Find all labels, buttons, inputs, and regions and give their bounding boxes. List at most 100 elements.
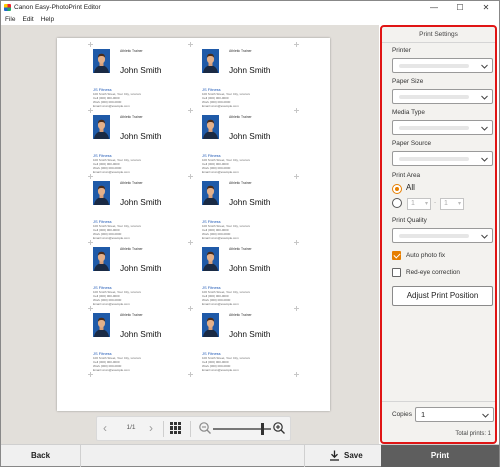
business-card[interactable]: Athletic Trainer John Smith JS Fitness 100 … <box>202 181 294 247</box>
card-job-title: Athletic Trainer <box>229 313 252 317</box>
maximize-button[interactable]: ☐ <box>447 1 473 14</box>
profile-photo <box>93 115 110 139</box>
card-address-line: Email xxxxx@example.com <box>202 170 239 174</box>
card-job-title: Athletic Trainer <box>120 247 143 251</box>
card-address-line: Email xxxxx@example.com <box>93 302 130 306</box>
print-area-all-label: All <box>406 183 415 192</box>
crop-mark <box>294 306 299 311</box>
card-address: 100 Smith Street, Your City, xxxxxxx Cell… <box>202 158 250 174</box>
paper-source-select[interactable] <box>392 151 493 166</box>
card-job-title: Athletic Trainer <box>120 115 143 119</box>
business-card[interactable]: Athletic Trainer John Smith JS Fitness 100 … <box>202 247 294 313</box>
card-name: John Smith <box>229 263 271 273</box>
card-address-line: Email xxxxx@example.com <box>202 368 239 372</box>
chevron-down-icon <box>481 95 488 100</box>
zoom-slider-handle[interactable] <box>261 423 264 435</box>
print-quality-label: Print Quality <box>392 217 427 224</box>
business-card[interactable]: Athletic Trainer John Smith JS Fitness 100 … <box>202 115 294 181</box>
card-address-line: Email xxxxx@example.com <box>202 104 239 108</box>
panel-title: Print Settings <box>382 27 495 43</box>
crop-mark <box>188 372 193 377</box>
card-address: 100 Smith Street, Your City, xxxxxxx Cell… <box>93 224 141 240</box>
auto-photo-fix-label: Auto photo fix <box>406 252 446 259</box>
title-bar: Canon Easy-PhotoPrint Editor — ☐ ✕ <box>1 1 499 14</box>
business-card[interactable]: Athletic Trainer John Smith JS Fitness 100 … <box>93 181 185 247</box>
save-button[interactable]: Save <box>304 445 381 467</box>
minimize-button[interactable]: — <box>421 1 447 14</box>
menu-bar: File Edit Help <box>1 14 499 25</box>
crop-mark <box>188 174 193 179</box>
profile-photo <box>93 313 110 337</box>
print-area-label: Print Area <box>392 172 421 179</box>
zoom-in-icon[interactable] <box>272 421 286 435</box>
copies-value: 1 <box>421 410 426 419</box>
print-settings-panel: Print Settings Printer Paper Size Media … <box>380 25 497 444</box>
print-preview-page[interactable]: Athletic Trainer John Smith JS Fitness 100 … <box>57 38 330 411</box>
card-address: 100 Smith Street, Your City, xxxxxxx Cell… <box>93 92 141 108</box>
chevron-down-icon <box>482 413 489 418</box>
save-label: Save <box>344 451 363 460</box>
panel-divider <box>382 401 495 402</box>
range-to-select[interactable]: 1 <box>440 198 464 210</box>
paper-size-select[interactable] <box>392 89 493 104</box>
red-eye-label: Red-eye correction <box>406 269 460 276</box>
card-address: 100 Smith Street, Your City, xxxxxxx Cell… <box>202 356 250 372</box>
crop-mark <box>294 372 299 377</box>
card-address: 100 Smith Street, Your City, xxxxxxx Cell… <box>93 356 141 372</box>
print-area-all-radio[interactable] <box>392 184 402 194</box>
business-card[interactable]: Athletic Trainer John Smith JS Fitness 100 … <box>202 49 294 115</box>
card-job-title: Athletic Trainer <box>229 49 252 53</box>
profile-photo <box>202 181 219 205</box>
card-address-line: Email xxxxx@example.com <box>202 236 239 240</box>
grid-icon[interactable] <box>170 422 182 434</box>
copies-select[interactable]: 1 <box>415 407 494 422</box>
app-logo-icon <box>4 4 11 11</box>
card-name: John Smith <box>229 131 271 141</box>
card-name: John Smith <box>229 65 271 75</box>
red-eye-checkbox[interactable] <box>392 268 401 277</box>
print-area-range-radio[interactable] <box>392 198 402 208</box>
card-address-line: Email xxxxx@example.com <box>93 236 130 240</box>
menu-help[interactable]: Help <box>41 16 54 23</box>
chevron-right-icon[interactable]: › <box>149 420 153 437</box>
business-card[interactable]: Athletic Trainer John Smith JS Fitness 100 … <box>93 247 185 313</box>
menu-edit[interactable]: Edit <box>22 16 33 23</box>
profile-photo <box>93 181 110 205</box>
card-address-line: Email xxxxx@example.com <box>93 104 130 108</box>
card-job-title: Athletic Trainer <box>229 247 252 251</box>
print-button[interactable]: Print <box>381 445 499 467</box>
business-card[interactable]: Athletic Trainer John Smith JS Fitness 100 … <box>202 313 294 379</box>
profile-photo <box>93 247 110 271</box>
business-card[interactable]: Athletic Trainer John Smith JS Fitness 100 … <box>93 49 185 115</box>
crop-mark <box>188 108 193 113</box>
card-address-line: Email xxxxx@example.com <box>93 368 130 372</box>
business-card[interactable]: Athletic Trainer John Smith JS Fitness 100 … <box>93 115 185 181</box>
zoom-out-icon[interactable] <box>198 421 212 435</box>
chevron-down-icon <box>481 64 488 69</box>
card-job-title: Athletic Trainer <box>229 115 252 119</box>
window-title: Canon Easy-PhotoPrint Editor <box>14 4 101 11</box>
media-type-select[interactable] <box>392 120 493 135</box>
card-address-line: Email xxxxx@example.com <box>93 170 130 174</box>
range-from-select[interactable]: 1 <box>407 198 431 210</box>
range-separator: - <box>434 199 437 206</box>
chevron-left-icon[interactable]: ‹ <box>103 420 107 437</box>
total-prints: Total prints: 1 <box>455 431 491 437</box>
auto-photo-fix-checkbox[interactable] <box>392 251 401 260</box>
card-name: John Smith <box>120 197 162 207</box>
card-job-title: Athletic Trainer <box>120 181 143 185</box>
page-number: 1/1 <box>126 424 136 431</box>
business-card[interactable]: Athletic Trainer John Smith JS Fitness 100 … <box>93 313 185 379</box>
adjust-print-position-button[interactable]: Adjust Print Position <box>392 286 493 306</box>
chevron-down-icon <box>481 234 488 239</box>
close-button[interactable]: ✕ <box>473 1 499 14</box>
back-button[interactable]: Back <box>1 445 81 467</box>
printer-select[interactable] <box>392 58 493 73</box>
card-address: 100 Smith Street, Your City, xxxxxxx Cell… <box>93 290 141 306</box>
profile-photo <box>202 313 219 337</box>
print-quality-select[interactable] <box>392 228 493 243</box>
card-address: 100 Smith Street, Your City, xxxxxxx Cell… <box>202 92 250 108</box>
card-address: 100 Smith Street, Your City, xxxxxxx Cell… <box>202 224 250 240</box>
menu-file[interactable]: File <box>5 16 15 23</box>
card-name: John Smith <box>120 65 162 75</box>
